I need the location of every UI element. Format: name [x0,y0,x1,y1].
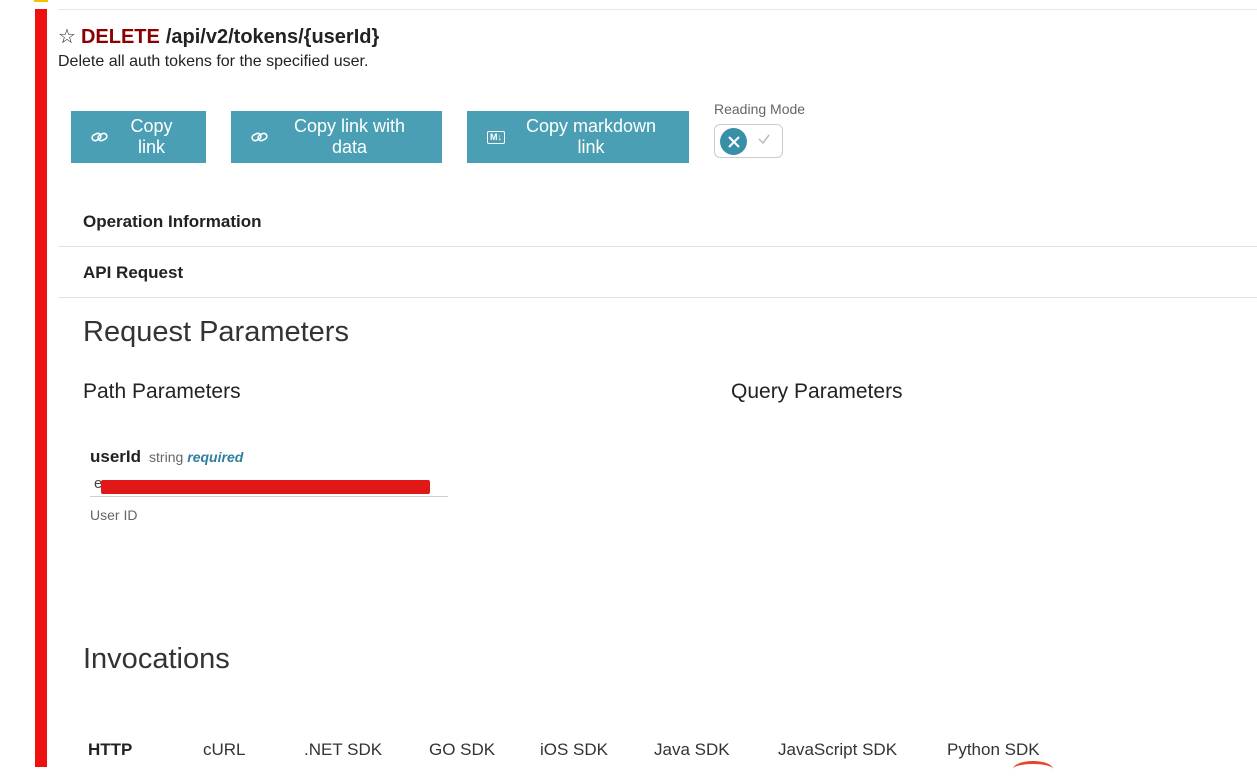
param-type: string [149,449,184,465]
tab-java-sdk[interactable]: Java SDK [654,737,778,763]
operation-description: Delete all auth tokens for the specified… [58,53,369,70]
copy-markdown-link-button[interactable]: M↓ Copy markdown link [467,111,689,163]
tab-javascript-sdk[interactable]: JavaScript SDK [778,737,947,763]
copy-link-with-data-label: Copy link with data [293,116,406,157]
request-parameters-heading: Request Parameters [83,316,349,348]
link-icon [91,130,109,144]
star-icon[interactable]: ☆ [58,24,76,50]
top-divider [58,9,1257,10]
query-parameters-heading: Query Parameters [731,380,903,403]
top-accent [34,0,48,2]
invocations-heading: Invocations [83,643,230,675]
param-header: userId string required [90,447,448,467]
check-icon [756,131,772,152]
reading-mode-toggle[interactable] [714,124,783,158]
endpoint-path: /api/v2/tokens/{userId} [165,26,380,48]
operation-header: ☆ DELETE /api/v2/tokens/{userId} Delete … [58,24,379,71]
tab-go-sdk[interactable]: GO SDK [429,737,540,763]
method-accent-bar [35,9,47,767]
tab-http[interactable]: HTTP [88,737,195,763]
close-icon [720,128,747,155]
operation-title: ☆ DELETE /api/v2/tokens/{userId} [58,24,379,50]
invocation-tabs: HTTP cURL .NET SDK GO SDK iOS SDK Java S… [88,737,1040,763]
path-parameters-heading: Path Parameters [83,380,241,403]
copy-markdown-link-label: Copy markdown link [525,116,657,157]
redaction-mark [101,480,430,494]
link-icon [251,130,269,144]
operation-information-section[interactable]: Operation Information [58,197,1257,247]
api-request-section[interactable]: API Request [58,248,1257,298]
param-required-badge: required [187,449,244,465]
copy-link-label: Copy link [130,116,173,157]
copy-link-with-data-button[interactable]: Copy link with data [231,111,442,163]
reading-mode-label: Reading Mode [714,101,806,117]
markdown-icon: M↓ [487,130,505,144]
tab-curl[interactable]: cURL [203,737,304,763]
tab-dotnet-sdk[interactable]: .NET SDK [304,737,429,763]
tab-python-sdk[interactable]: Python SDK [947,737,1040,763]
param-help-text: User ID [90,507,138,523]
copy-link-button[interactable]: Copy link [71,111,206,163]
floating-action-edge[interactable] [1013,761,1053,777]
tab-ios-sdk[interactable]: iOS SDK [540,737,654,763]
http-method: DELETE [80,26,160,48]
param-name: userId [90,447,142,466]
